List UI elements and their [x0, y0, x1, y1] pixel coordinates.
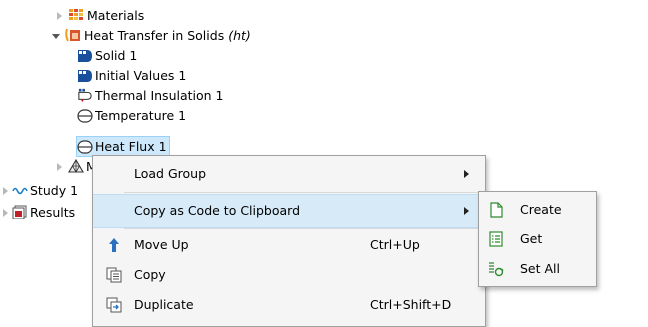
menu-item-label: Load Group [134, 166, 207, 181]
duplicate-icon [106, 297, 122, 313]
submenu-item-create[interactable]: Create [479, 195, 596, 225]
tree-item-temperature-1[interactable]: Temperature 1 [0, 106, 200, 125]
submenu-item-label: Set All [520, 261, 560, 276]
menu-item-shortcut: Ctrl+Shift+D [370, 297, 452, 312]
tree-item-heat-flux-1[interactable]: Heat Flux 1 [0, 137, 200, 156]
menu-item-move-up[interactable]: Move Up Ctrl+Up [93, 229, 485, 261]
heat-transfer-icon [65, 28, 80, 42]
tree-item-label: Temperature 1 [95, 108, 187, 123]
tree-item-materials[interactable]: Materials [0, 6, 200, 25]
menu-item-duplicate[interactable]: Duplicate Ctrl+Shift+D [93, 289, 485, 321]
set-all-icon [489, 262, 504, 277]
submenu-arrow-icon [464, 207, 469, 215]
submenu-arrow-icon [464, 170, 469, 178]
tree-item-label: Materials [87, 8, 145, 23]
expand-arrow-icon[interactable] [3, 187, 8, 195]
expand-arrow-icon[interactable] [3, 209, 8, 217]
menu-item-load-group[interactable]: Load Group [93, 158, 485, 190]
submenu-item-set-all[interactable]: Set All [479, 254, 596, 284]
tree-item-results[interactable]: Results [0, 203, 92, 222]
results-icon [12, 205, 27, 219]
context-menu: Load Group Copy as Code to Clipboard Mov… [92, 155, 486, 327]
mesh-icon [68, 159, 84, 173]
menu-item-copy-as-code[interactable]: Copy as Code to Clipboard [93, 194, 485, 228]
tree-item-study-1[interactable]: Study 1 [0, 181, 92, 200]
boundary-condition-icon [77, 140, 93, 154]
menu-item-label: Duplicate [134, 297, 194, 312]
menu-item-label: Copy as Code to Clipboard [134, 203, 301, 218]
tree-item-label: Heat Flux 1 [95, 139, 167, 154]
solid-icon [78, 50, 92, 62]
tree-item-initial-values-1[interactable]: Initial Values 1 [0, 66, 200, 85]
tree-item-solid-1[interactable]: Solid 1 [0, 46, 200, 65]
menu-item-copy[interactable]: Copy [93, 259, 485, 291]
expand-arrow-icon[interactable] [57, 12, 62, 20]
study-icon [12, 187, 28, 195]
arrow-up-icon [109, 238, 119, 252]
list-document-icon [489, 231, 503, 247]
submenu-item-get[interactable]: Get [479, 224, 596, 254]
tree-item-label: Initial Values 1 [95, 68, 187, 83]
expand-arrow-icon[interactable] [57, 163, 62, 171]
submenu-item-label: Create [520, 202, 562, 217]
initial-values-icon [78, 70, 92, 82]
copy-icon [106, 267, 122, 283]
tree-item-label: Thermal Insulation 1 [95, 88, 224, 103]
boundary-condition-icon [77, 109, 93, 123]
materials-icon [69, 9, 83, 20]
thermal-insulation-icon [78, 88, 92, 102]
tree-item-label: Solid 1 [95, 48, 138, 63]
collapse-arrow-icon[interactable] [52, 34, 60, 39]
menu-item-label: Move Up [134, 237, 189, 252]
copy-as-code-submenu: Create Get Set All [478, 191, 597, 287]
menu-item-shortcut: Ctrl+Up [370, 237, 420, 252]
menu-item-label: Copy [134, 267, 166, 282]
tree-item-heat-transfer[interactable]: Heat Transfer in Solids (ht) [0, 26, 260, 45]
tree-item-label: Study 1 [30, 183, 79, 198]
new-document-icon [490, 202, 503, 218]
tree-item-label: Results [30, 205, 76, 220]
tree-item-mesh[interactable]: Me [0, 157, 104, 176]
submenu-item-label: Get [520, 231, 543, 246]
tree-item-label: Heat Transfer in Solids (ht) [84, 28, 251, 43]
menu-separator [124, 192, 482, 193]
tree-item-thermal-insulation-1[interactable]: Thermal Insulation 1 [0, 86, 240, 105]
